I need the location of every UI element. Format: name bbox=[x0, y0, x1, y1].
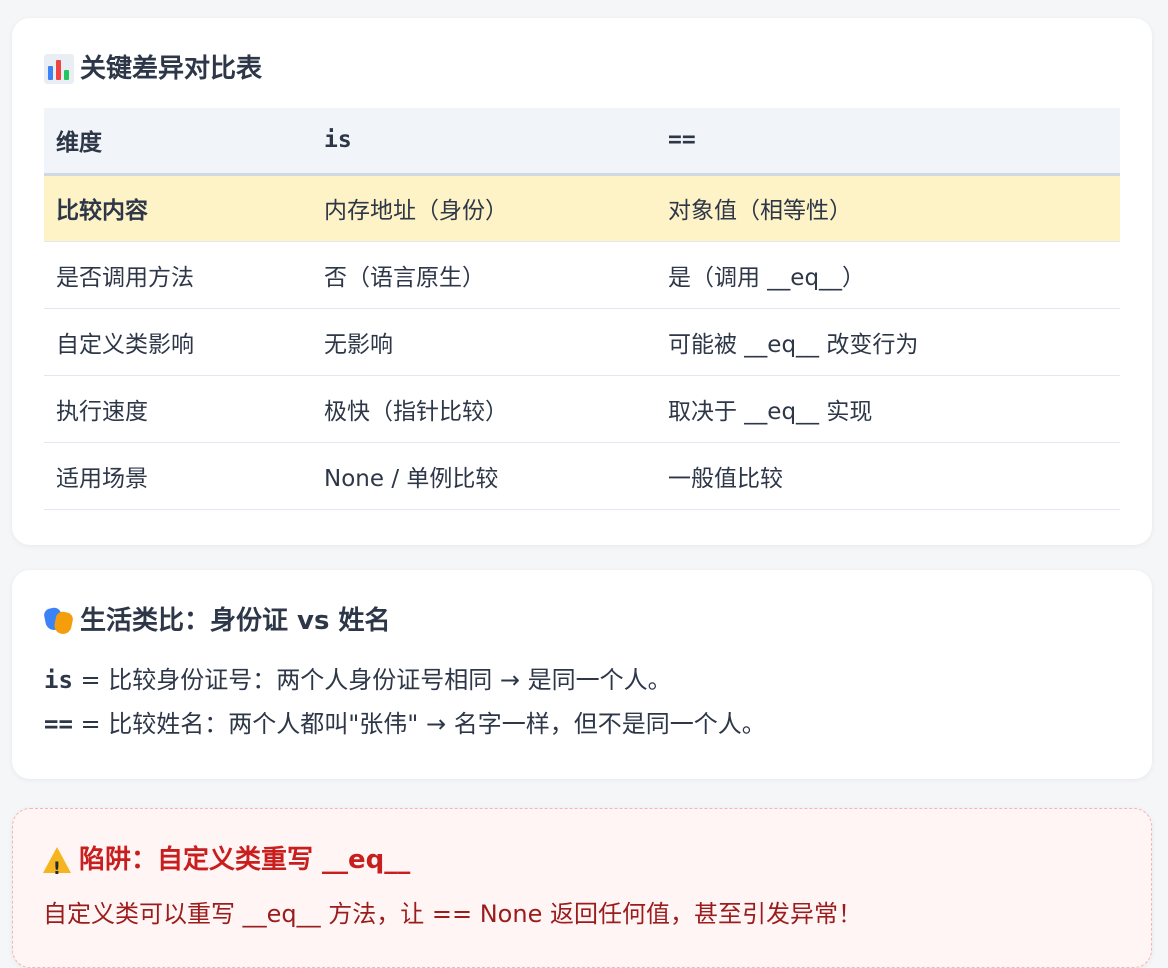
row-eq-value: 一般值比较 bbox=[668, 465, 783, 492]
analogy-line-is-text: = 比较身份证号：两个人身份证号相同 → 是同一个人。 bbox=[72, 666, 672, 694]
row-dimension: 是否调用方法 bbox=[56, 264, 194, 291]
table-row: 是否调用方法 否（语言原生） 是（调用 __eq__） bbox=[44, 241, 1120, 308]
warning-title-text: 陷阱：自定义类重写 __eq__ bbox=[79, 845, 411, 875]
theater-masks-icon bbox=[42, 606, 75, 636]
comparison-title: 关键差异对比表 bbox=[44, 52, 1120, 86]
row-dimension: 执行速度 bbox=[56, 398, 148, 425]
table-row: 自定义类影响 无影响 可能被 __eq__ 改变行为 bbox=[44, 308, 1120, 375]
header-is: is bbox=[312, 108, 656, 176]
analogy-line-eq: == = 比较姓名：两个人都叫"张伟" → 名字一样，但不是同一个人。 bbox=[44, 702, 1120, 746]
warning-card: 陷阱：自定义类重写 __eq__ 自定义类可以重写 __eq__ 方法，让 ==… bbox=[12, 808, 1152, 968]
row-is-value: None / 单例比较 bbox=[324, 465, 499, 492]
row-is-value: 极快（指针比较） bbox=[324, 398, 508, 425]
warning-title: 陷阱：自定义类重写 __eq__ bbox=[43, 843, 1121, 886]
row-is-value: 无影响 bbox=[324, 331, 393, 358]
row-is-value: 内存地址（身份） bbox=[324, 198, 508, 224]
row-dimension: 自定义类影响 bbox=[56, 331, 194, 358]
warning-icon bbox=[43, 847, 71, 886]
comparison-card: 关键差异对比表 维度 is == 比较内容 内存地址（身份） 对象值（相等性） … bbox=[12, 18, 1152, 545]
analogy-title: 生活类比：身份证 vs 姓名 bbox=[42, 604, 1120, 638]
row-eq-value: 取决于 __eq__ 实现 bbox=[668, 398, 873, 425]
row-eq-value: 对象值（相等性） bbox=[668, 198, 852, 224]
comparison-table: 维度 is == 比较内容 内存地址（身份） 对象值（相等性） 是否调用方法 否… bbox=[44, 108, 1120, 510]
table-row: 比较内容 内存地址（身份） 对象值（相等性） bbox=[44, 174, 1120, 241]
analogy-body: is = 比较身份证号：两个人身份证号相同 → 是同一个人。 == = 比较姓名… bbox=[44, 658, 1120, 746]
comparison-title-text: 关键差异对比表 bbox=[80, 54, 263, 84]
row-is-value: 否（语言原生） bbox=[324, 264, 485, 291]
header-dimension: 维度 bbox=[44, 108, 312, 176]
header-eq: == bbox=[656, 108, 1120, 176]
analogy-line-is: is = 比较身份证号：两个人身份证号相同 → 是同一个人。 bbox=[44, 658, 1120, 702]
operator-is: is bbox=[44, 666, 73, 694]
warning-text: 自定义类可以重写 __eq__ 方法，让 == None 返回任何值，甚至引发异… bbox=[43, 900, 862, 928]
row-dimension: 适用场景 bbox=[56, 465, 148, 492]
table-row: 适用场景 None / 单例比较 一般值比较 bbox=[44, 442, 1120, 509]
row-dimension: 比较内容 bbox=[56, 198, 148, 224]
bar-chart-icon bbox=[44, 54, 74, 84]
analogy-title-text: 生活类比：身份证 vs 姓名 bbox=[80, 606, 391, 636]
analogy-card: 生活类比：身份证 vs 姓名 is = 比较身份证号：两个人身份证号相同 → 是… bbox=[12, 570, 1152, 779]
row-eq-value: 可能被 __eq__ 改变行为 bbox=[668, 331, 919, 358]
table-row: 执行速度 极快（指针比较） 取决于 __eq__ 实现 bbox=[44, 375, 1120, 442]
table-header-row: 维度 is == bbox=[44, 108, 1120, 176]
operator-eq: == bbox=[44, 710, 73, 738]
analogy-line-eq-text: = 比较姓名：两个人都叫"张伟" → 名字一样，但不是同一个人。 bbox=[72, 710, 766, 738]
row-eq-value: 是（调用 __eq__） bbox=[668, 264, 866, 291]
